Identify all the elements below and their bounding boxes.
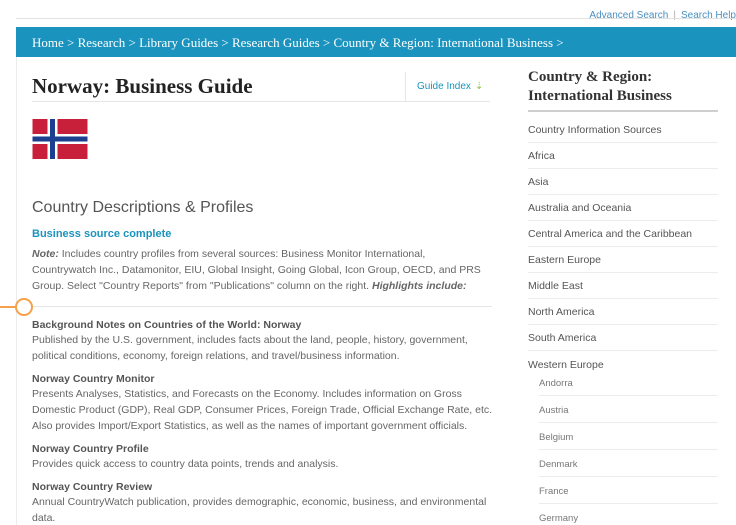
note-paragraph: Note: Includes country profiles from sev…: [32, 246, 492, 294]
guide-index-link[interactable]: Guide Index ⇣: [405, 72, 490, 101]
sidebar-subitem-andorra[interactable]: Andorra: [539, 370, 718, 396]
sidebar-item-central-america-caribbean[interactable]: Central America and the Caribbean: [528, 221, 718, 247]
section-divider: [32, 306, 492, 307]
note-label: Note:: [32, 248, 59, 260]
guide-index-label: Guide Index: [417, 81, 471, 92]
sidebar-item-north-america[interactable]: North America: [528, 299, 718, 325]
resource-entry: Background Notes on Countries of the Wor…: [32, 318, 494, 364]
resource-title[interactable]: Norway Country Monitor: [32, 372, 494, 386]
sidebar-item-australia-oceania[interactable]: Australia and Oceania: [528, 195, 718, 221]
sidebar-subitem-austria[interactable]: Austria: [539, 397, 718, 423]
sidebar-item-country-information-sources[interactable]: Country Information Sources: [528, 117, 718, 143]
circle-marker-icon: [15, 298, 33, 316]
page-title: Norway: Business Guide: [32, 74, 253, 98]
sidebar-subitem-germany[interactable]: Germany: [539, 505, 718, 525]
sidebar-subitem-denmark[interactable]: Denmark: [539, 451, 718, 477]
advanced-search-link[interactable]: Advanced Search: [589, 10, 668, 21]
resource-description: Presents Analyses, Statistics, and Forec…: [32, 388, 493, 432]
resource-description: Annual CountryWatch publication, provide…: [32, 496, 487, 524]
resource-description: Provides quick access to country data po…: [32, 458, 339, 470]
title-divider: [32, 101, 490, 102]
top-links: Advanced Search | Search Help: [589, 10, 736, 21]
sidebar-subitem-france[interactable]: France: [539, 478, 718, 504]
search-help-link[interactable]: Search Help: [681, 10, 736, 21]
sidebar-item-asia[interactable]: Asia: [528, 169, 718, 195]
resource-entry: Norway Country Monitor Presents Analyses…: [32, 372, 494, 434]
sidebar-item-south-america[interactable]: South America: [528, 325, 718, 351]
business-source-complete-link[interactable]: Business source complete: [32, 228, 171, 240]
resource-description: Published by the U.S. government, includ…: [32, 334, 468, 362]
resource-title[interactable]: Background Notes on Countries of the Wor…: [32, 318, 494, 332]
resource-title[interactable]: Norway Country Review: [32, 480, 494, 494]
resource-title[interactable]: Norway Country Profile: [32, 442, 494, 456]
header-divider: [16, 18, 736, 19]
download-arrow-icon: ⇣: [474, 81, 484, 92]
norway-flag-icon: [32, 119, 88, 159]
section-title: Country Descriptions & Profiles: [32, 199, 254, 216]
sidebar-item-middle-east[interactable]: Middle East: [528, 273, 718, 299]
resource-entry: Norway Country Profile Provides quick ac…: [32, 442, 494, 472]
sidebar-item-africa[interactable]: Africa: [528, 143, 718, 169]
sidebar-item-eastern-europe[interactable]: Eastern Europe: [528, 247, 718, 273]
note-highlight: Highlights include:: [371, 280, 467, 292]
sidebar-title-divider: [528, 110, 718, 112]
sidebar-subitem-belgium[interactable]: Belgium: [539, 424, 718, 450]
resource-entry: Norway Country Review Annual CountryWatc…: [32, 480, 494, 525]
top-links-separator: |: [673, 10, 676, 21]
breadcrumb[interactable]: Home > Research > Library Guides > Resea…: [16, 27, 736, 57]
sidebar-title: Country & Region: International Business: [528, 69, 672, 104]
